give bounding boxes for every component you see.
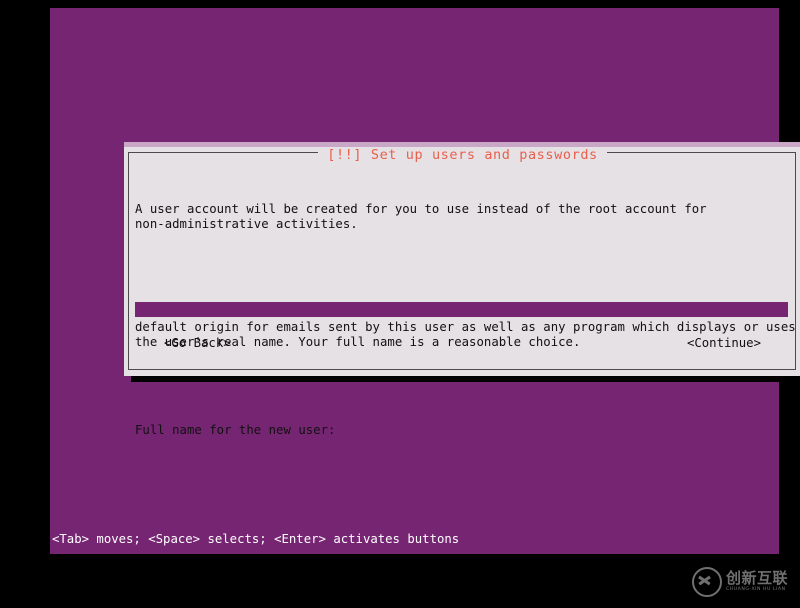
setup-users-dialog: [!!] Set up users and passwords A user a… [124,142,800,437]
dialog-title-text: [!!] Set up users and passwords [318,147,607,163]
dialog-title: [!!] Set up users and passwords [124,144,800,163]
full-name-label: Full name for the new user: [135,422,336,437]
watermark-text: 创新互联 CHUANG-XIN HU LIAN [726,568,789,593]
go-back-button[interactable]: <Go Back> [164,335,231,351]
continue-button[interactable]: <Continue> [687,335,761,351]
circle-x-logo-icon [692,567,722,597]
watermark-pinyin: CHUANG-XIN HU LIAN [726,587,786,593]
paragraph-gap-1 [135,261,789,276]
dialog-button-row: <Go Back> <Continue> [124,335,800,351]
full-name-input[interactable]: wuhen3__________________________________… [135,302,788,317]
dialog-body: A user account will be created for you t… [135,173,796,467]
keyboard-help-bar: <Tab> moves; <Space> selects; <Enter> ac… [52,532,460,546]
dialog-paragraph-1: A user account will be created for you t… [135,202,707,232]
watermark-chinese: 创新互联 [726,568,789,587]
installer-console: [!!] Set up users and passwords A user a… [50,8,800,554]
screen: [!!] Set up users and passwords A user a… [0,0,800,608]
watermark-logo: 创新互联 CHUANG-XIN HU LIAN [692,562,796,602]
paragraph-gap-2 [135,379,789,394]
